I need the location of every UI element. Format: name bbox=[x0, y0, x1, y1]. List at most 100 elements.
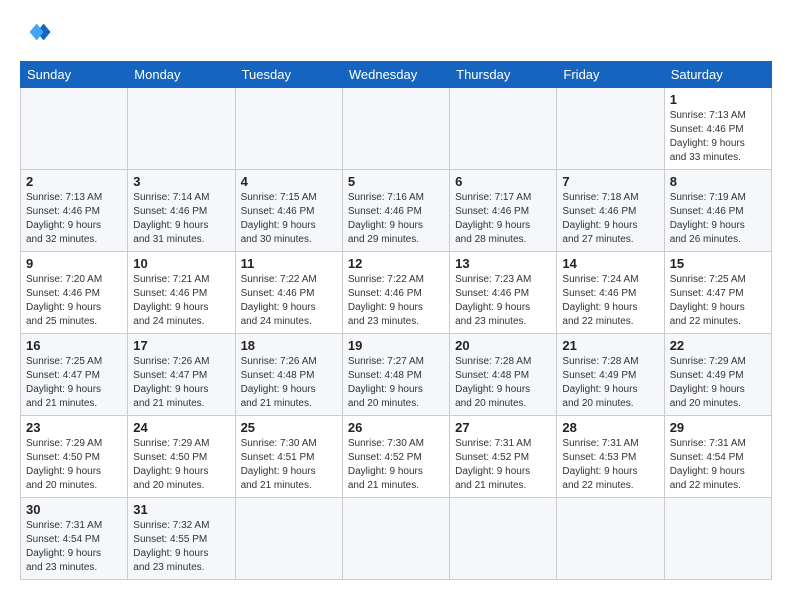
day-cell-5: 5Sunrise: 7:16 AM Sunset: 4:46 PM Daylig… bbox=[342, 170, 449, 252]
day-cell-19: 19 Sunrise: 7:27 AM Sunset: 4:48 PM Dayli… bbox=[342, 334, 449, 416]
day-info: Sunrise: 7:30 AM Sunset: 4:52 PM Dayligh… bbox=[348, 437, 444, 493]
calendar-week-row: 16Sunrise: 7:25 AM Sunset: 4:47 PM Dayli… bbox=[21, 334, 772, 416]
day-number: 14 bbox=[562, 256, 658, 271]
day-number: 1 bbox=[670, 92, 766, 107]
day-cell-26: 26Sunrise: 7:30 AM Sunset: 4:52 PM Dayli… bbox=[342, 416, 449, 498]
day-number: 16 bbox=[26, 338, 122, 353]
weekday-header-thursday: Thursday bbox=[450, 62, 557, 88]
day-number: 27 bbox=[455, 420, 551, 435]
logo-icon bbox=[24, 18, 52, 46]
day-cell-8: 8 Sunrise: 7:19 AM Sunset: 4:46 PM Daylig… bbox=[664, 170, 771, 252]
empty-cell bbox=[557, 88, 664, 170]
empty-cell bbox=[557, 498, 664, 580]
empty-cell bbox=[450, 88, 557, 170]
day-info: Sunrise: 7:31 AM Sunset: 4:54 PM Dayligh… bbox=[670, 437, 766, 493]
day-cell-1: 1 Sunrise: 7:13 AM Sunset: 4:46 PM Daylig… bbox=[664, 88, 771, 170]
day-cell-15: 15 Sunrise: 7:25 AM Sunset: 4:47 PM Dayli… bbox=[664, 252, 771, 334]
day-cell-30: 30 Sunrise: 7:31 AM Sunset: 4:54 PM Dayli… bbox=[21, 498, 128, 580]
day-number: 3 bbox=[133, 174, 229, 189]
weekday-header-friday: Friday bbox=[557, 62, 664, 88]
day-info: Sunrise: 7:27 AM Sunset: 4:48 PM Dayligh… bbox=[348, 355, 444, 411]
calendar-week-row: 30 Sunrise: 7:31 AM Sunset: 4:54 PM Dayli… bbox=[21, 498, 772, 580]
day-info: Sunrise: 7:26 AM Sunset: 4:48 PM Dayligh… bbox=[241, 355, 337, 411]
header bbox=[20, 18, 772, 51]
calendar-week-row: 2Sunrise: 7:13 AM Sunset: 4:46 PM Daylig… bbox=[21, 170, 772, 252]
empty-cell bbox=[235, 88, 342, 170]
weekday-header-wednesday: Wednesday bbox=[342, 62, 449, 88]
day-cell-3: 3 Sunrise: 7:14 AM Sunset: 4:46 PM Daylig… bbox=[128, 170, 235, 252]
day-info: Sunrise: 7:26 AM Sunset: 4:47 PM Dayligh… bbox=[133, 355, 229, 411]
day-info: Sunrise: 7:25 AM Sunset: 4:47 PM Dayligh… bbox=[670, 273, 766, 329]
day-cell-10: 10Sunrise: 7:21 AM Sunset: 4:46 PM Dayli… bbox=[128, 252, 235, 334]
day-cell-20: 20Sunrise: 7:28 AM Sunset: 4:48 PM Dayli… bbox=[450, 334, 557, 416]
day-info: Sunrise: 7:22 AM Sunset: 4:46 PM Dayligh… bbox=[241, 273, 337, 329]
calendar-week-row: 9Sunrise: 7:20 AM Sunset: 4:46 PM Daylig… bbox=[21, 252, 772, 334]
day-info: Sunrise: 7:23 AM Sunset: 4:46 PM Dayligh… bbox=[455, 273, 551, 329]
day-number: 29 bbox=[670, 420, 766, 435]
logo bbox=[20, 18, 54, 51]
day-info: Sunrise: 7:13 AM Sunset: 4:46 PM Dayligh… bbox=[670, 109, 766, 165]
day-number: 8 bbox=[670, 174, 766, 189]
day-cell-29: 29 Sunrise: 7:31 AM Sunset: 4:54 PM Dayli… bbox=[664, 416, 771, 498]
day-cell-6: 6 Sunrise: 7:17 AM Sunset: 4:46 PM Daylig… bbox=[450, 170, 557, 252]
day-info: Sunrise: 7:24 AM Sunset: 4:46 PM Dayligh… bbox=[562, 273, 658, 329]
day-info: Sunrise: 7:29 AM Sunset: 4:49 PM Dayligh… bbox=[670, 355, 766, 411]
day-number: 19 bbox=[348, 338, 444, 353]
day-cell-4: 4 Sunrise: 7:15 AM Sunset: 4:46 PM Daylig… bbox=[235, 170, 342, 252]
day-cell-27: 27Sunrise: 7:31 AM Sunset: 4:52 PM Dayli… bbox=[450, 416, 557, 498]
day-info: Sunrise: 7:20 AM Sunset: 4:46 PM Dayligh… bbox=[26, 273, 122, 329]
day-cell-28: 28Sunrise: 7:31 AM Sunset: 4:53 PM Dayli… bbox=[557, 416, 664, 498]
day-number: 31 bbox=[133, 502, 229, 517]
weekday-header-tuesday: Tuesday bbox=[235, 62, 342, 88]
day-cell-31: 31Sunrise: 7:32 AM Sunset: 4:55 PM Dayli… bbox=[128, 498, 235, 580]
calendar-week-row: 23 Sunrise: 7:29 AM Sunset: 4:50 PM Dayli… bbox=[21, 416, 772, 498]
empty-cell bbox=[342, 88, 449, 170]
day-cell-12: 12 Sunrise: 7:22 AM Sunset: 4:46 PM Dayli… bbox=[342, 252, 449, 334]
day-info: Sunrise: 7:14 AM Sunset: 4:46 PM Dayligh… bbox=[133, 191, 229, 247]
day-info: Sunrise: 7:30 AM Sunset: 4:51 PM Dayligh… bbox=[241, 437, 337, 493]
day-cell-9: 9Sunrise: 7:20 AM Sunset: 4:46 PM Daylig… bbox=[21, 252, 128, 334]
day-info: Sunrise: 7:28 AM Sunset: 4:48 PM Dayligh… bbox=[455, 355, 551, 411]
day-info: Sunrise: 7:17 AM Sunset: 4:46 PM Dayligh… bbox=[455, 191, 551, 247]
day-number: 22 bbox=[670, 338, 766, 353]
day-cell-25: 25 Sunrise: 7:30 AM Sunset: 4:51 PM Dayli… bbox=[235, 416, 342, 498]
day-info: Sunrise: 7:18 AM Sunset: 4:46 PM Dayligh… bbox=[562, 191, 658, 247]
day-number: 7 bbox=[562, 174, 658, 189]
day-info: Sunrise: 7:15 AM Sunset: 4:46 PM Dayligh… bbox=[241, 191, 337, 247]
day-number: 24 bbox=[133, 420, 229, 435]
day-number: 6 bbox=[455, 174, 551, 189]
day-cell-24: 24Sunrise: 7:29 AM Sunset: 4:50 PM Dayli… bbox=[128, 416, 235, 498]
weekday-header-saturday: Saturday bbox=[664, 62, 771, 88]
calendar: SundayMondayTuesdayWednesdayThursdayFrid… bbox=[20, 61, 772, 580]
day-number: 4 bbox=[241, 174, 337, 189]
day-number: 18 bbox=[241, 338, 337, 353]
empty-cell bbox=[664, 498, 771, 580]
day-number: 11 bbox=[241, 256, 337, 271]
day-info: Sunrise: 7:31 AM Sunset: 4:54 PM Dayligh… bbox=[26, 519, 122, 575]
day-number: 17 bbox=[133, 338, 229, 353]
day-cell-13: 13Sunrise: 7:23 AM Sunset: 4:46 PM Dayli… bbox=[450, 252, 557, 334]
day-number: 2 bbox=[26, 174, 122, 189]
day-number: 12 bbox=[348, 256, 444, 271]
day-cell-22: 22 Sunrise: 7:29 AM Sunset: 4:49 PM Dayli… bbox=[664, 334, 771, 416]
page-container: SundayMondayTuesdayWednesdayThursdayFrid… bbox=[0, 0, 792, 590]
day-cell-7: 7 Sunrise: 7:18 AM Sunset: 4:46 PM Daylig… bbox=[557, 170, 664, 252]
calendar-week-row: 1 Sunrise: 7:13 AM Sunset: 4:46 PM Daylig… bbox=[21, 88, 772, 170]
day-number: 25 bbox=[241, 420, 337, 435]
day-info: Sunrise: 7:29 AM Sunset: 4:50 PM Dayligh… bbox=[26, 437, 122, 493]
day-cell-21: 21Sunrise: 7:28 AM Sunset: 4:49 PM Dayli… bbox=[557, 334, 664, 416]
weekday-header-row: SundayMondayTuesdayWednesdayThursdayFrid… bbox=[21, 62, 772, 88]
day-number: 15 bbox=[670, 256, 766, 271]
empty-cell bbox=[128, 88, 235, 170]
day-cell-23: 23 Sunrise: 7:29 AM Sunset: 4:50 PM Dayli… bbox=[21, 416, 128, 498]
day-info: Sunrise: 7:19 AM Sunset: 4:46 PM Dayligh… bbox=[670, 191, 766, 247]
day-number: 30 bbox=[26, 502, 122, 517]
weekday-header-sunday: Sunday bbox=[21, 62, 128, 88]
day-info: Sunrise: 7:22 AM Sunset: 4:46 PM Dayligh… bbox=[348, 273, 444, 329]
day-cell-16: 16Sunrise: 7:25 AM Sunset: 4:47 PM Dayli… bbox=[21, 334, 128, 416]
empty-cell bbox=[21, 88, 128, 170]
empty-cell bbox=[235, 498, 342, 580]
day-number: 23 bbox=[26, 420, 122, 435]
day-info: Sunrise: 7:31 AM Sunset: 4:53 PM Dayligh… bbox=[562, 437, 658, 493]
day-info: Sunrise: 7:16 AM Sunset: 4:46 PM Dayligh… bbox=[348, 191, 444, 247]
